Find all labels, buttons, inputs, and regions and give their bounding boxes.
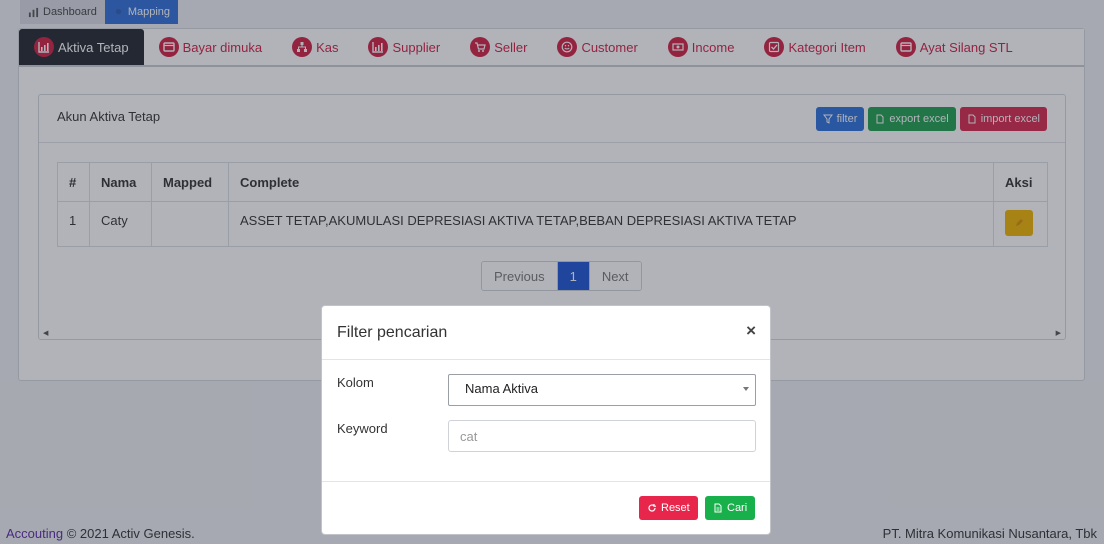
kolom-select-value: Nama Aktiva xyxy=(465,381,538,396)
modal-footer: Reset Cari xyxy=(322,482,770,534)
keyword-input[interactable] xyxy=(448,420,756,452)
kolom-select[interactable]: Nama Aktiva xyxy=(448,374,756,406)
modal-body: Kolom Nama Aktiva Keyword xyxy=(322,360,770,482)
modal-header: Filter pencarian × xyxy=(322,306,770,360)
cari-button-label: Cari xyxy=(727,502,748,514)
refresh-icon xyxy=(648,504,656,512)
filter-modal: Filter pencarian × Kolom Nama Aktiva Key… xyxy=(321,305,771,535)
modal-title: Filter pencarian xyxy=(337,324,448,341)
file-search-icon xyxy=(714,503,722,513)
cari-button[interactable]: Cari xyxy=(705,496,756,520)
close-icon[interactable]: × xyxy=(746,321,756,341)
reset-button[interactable]: Reset xyxy=(639,496,698,520)
keyword-label: Keyword xyxy=(337,421,388,436)
reset-button-label: Reset xyxy=(661,502,690,514)
chevron-down-icon xyxy=(743,387,749,391)
kolom-label: Kolom xyxy=(337,375,374,390)
